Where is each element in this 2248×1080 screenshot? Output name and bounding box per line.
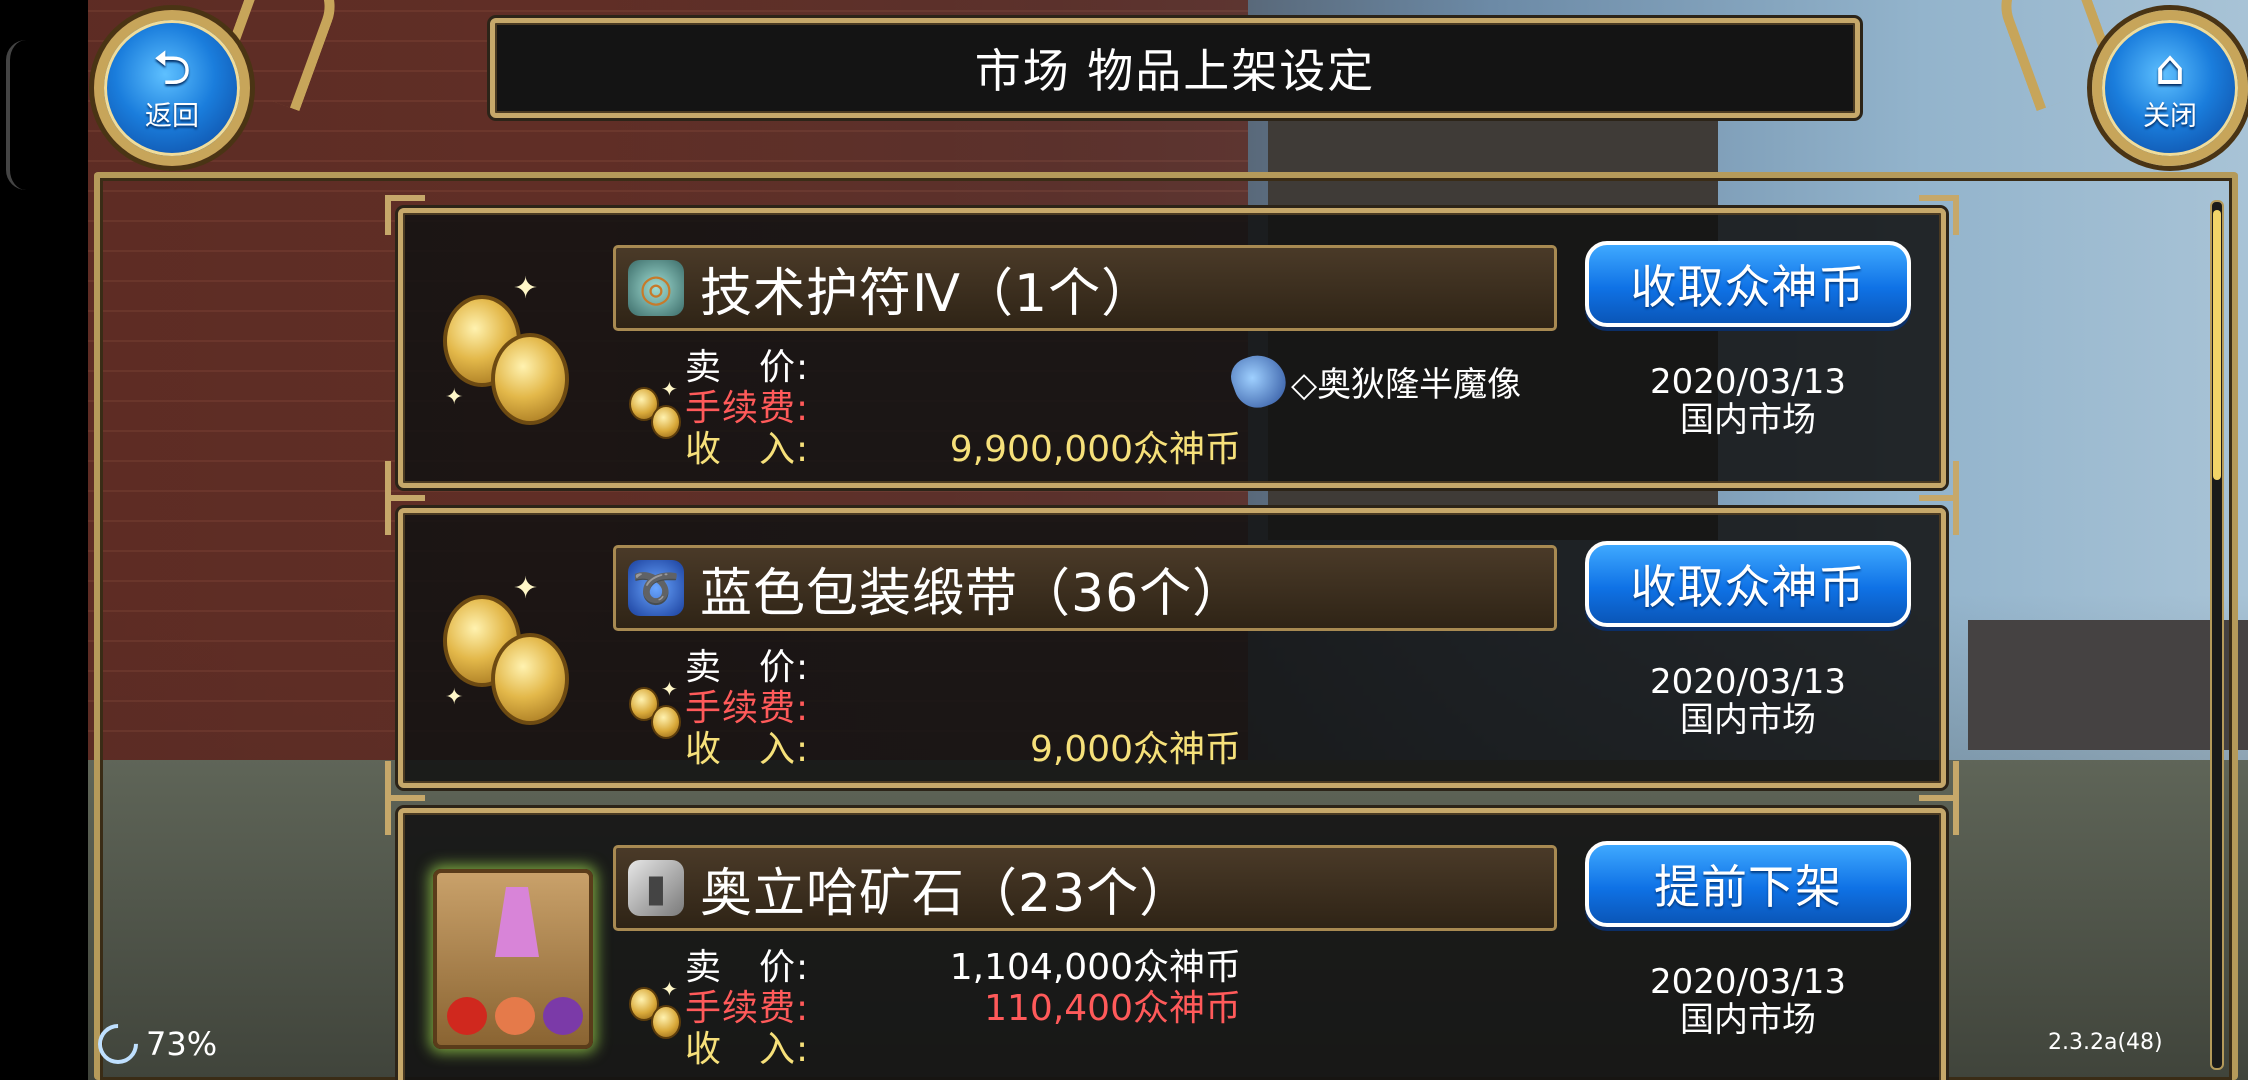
small-coins-icon: ✦ [625,677,685,743]
listing-card: ✦ ✦ ◎ 技术护符Ⅳ（1个） 收取众神币 ✦ 卖 价: 手续费: 收 入: 9… [385,195,1959,501]
income-value: 9,000众神币 [1029,728,1241,770]
scrollbar[interactable] [2210,200,2224,1070]
ore-icon: ▮ [628,860,684,916]
card-corner [385,795,425,835]
page-title: 市场 物品上架设定 [974,44,1376,98]
phone-bezel [0,0,88,1080]
listing-market: 国内市场 [1680,700,1816,740]
connection-status: 73% [89,1015,218,1073]
income-row: 收 入: [685,1025,825,1070]
small-coins-icon: ✦ [625,377,685,443]
back-button[interactable]: ⮌ 返回 [94,10,250,166]
income-label: 收 入: [685,428,810,470]
home-icon: ⌂ [2154,39,2186,96]
listing-date: 2020/03/13 [1650,362,1846,402]
close-button[interactable]: ⌂ 关闭 [2092,10,2248,166]
listing-market: 国内市场 [1680,1000,1816,1040]
bezel-edge [6,40,26,190]
coin [491,633,569,725]
card-corner [1919,495,1959,535]
card-corner [385,495,425,535]
collect-coins-button[interactable]: 收取众神币 [1585,541,1911,627]
listing-date: 2020/03/13 [1650,662,1846,702]
income-label: 收 入: [685,1028,810,1070]
back-label: 返回 [145,100,199,132]
small-coins-icon: ✦ [625,977,685,1043]
card-corner [1919,795,1959,835]
listing-meta: 2020/03/13 国内市场 [1585,663,1911,739]
item-name: 技术护符Ⅳ（1个） [700,263,1155,324]
sparkle: ✦ [445,685,464,710]
coins-icon: ✦ ✦ [443,271,573,425]
item-name-box[interactable]: ➰ 蓝色包装缎带（36个） [613,545,1557,631]
listing-meta: 2020/03/13 国内市场 [1585,363,1911,439]
title-bar: 市场 物品上架设定 [490,18,1860,118]
price-fields: 卖 价: 手续费: 收 入: 9,000众神币 [685,643,1241,770]
buyer: ◇奥狄隆半魔像 [1225,347,1522,415]
listing-card: ✦ ✦ ➰ 蓝色包装缎带（36个） 收取众神币 ✦ 卖 价: 手续费: 收 入:… [385,495,1959,801]
price-fields: 卖 价: 手续费: 收 入: 9,900,000众神币 [685,343,1241,470]
listing-date: 2020/03/13 [1650,962,1846,1002]
signal-strength: 73% [146,1025,218,1063]
back-arrow-icon: ⮌ [152,39,192,96]
price-fields: 卖 价: 1,104,000众神币 手续费: 110,400众神币 收 入: [685,943,1241,1070]
listing-meta: 2020/03/13 国内市场 [1585,963,1911,1039]
signal-icon [89,1015,147,1073]
card-corner [385,195,425,235]
version-label: 2.3.2a(48) [2048,1030,2163,1055]
income-label: 收 入: [685,728,810,770]
listing-card: ▮ 奥立哈矿石（23个） 提前下架 ✦ 卖 价: 1,104,000众神币 手续… [385,795,1959,1080]
card-corner [1919,195,1959,235]
market-stall-icon [433,869,593,1049]
sparkle: ✦ [445,385,464,410]
amulet-icon: ◎ [628,260,684,316]
income-value: 9,900,000众神币 [949,428,1241,470]
item-name-box[interactable]: ◎ 技术护符Ⅳ（1个） [613,245,1557,331]
item-name: 奥立哈矿石（23个） [700,863,1193,924]
buyer-name: ◇奥狄隆半魔像 [1291,364,1522,405]
coins-icon: ✦ ✦ [443,571,573,725]
listing-market: 国内市场 [1680,400,1816,440]
delist-early-button[interactable]: 提前下架 [1585,841,1911,927]
buyer-icon [1225,347,1293,415]
collect-coins-button[interactable]: 收取众神币 [1585,241,1911,327]
fee-value: 110,400众神币 [984,987,1241,1029]
income-row: 收 入: 9,000众神币 [685,725,1241,770]
item-name: 蓝色包装缎带（36个） [700,563,1246,624]
scrollbar-thumb[interactable] [2213,210,2221,480]
coin [491,333,569,425]
income-row: 收 入: 9,900,000众神币 [685,425,1241,470]
sparkle: ✦ [513,271,539,306]
sparkle: ✦ [513,571,539,606]
ribbon-icon: ➰ [628,560,684,616]
close-label: 关闭 [2143,100,2197,132]
item-name-box[interactable]: ▮ 奥立哈矿石（23个） [613,845,1557,931]
